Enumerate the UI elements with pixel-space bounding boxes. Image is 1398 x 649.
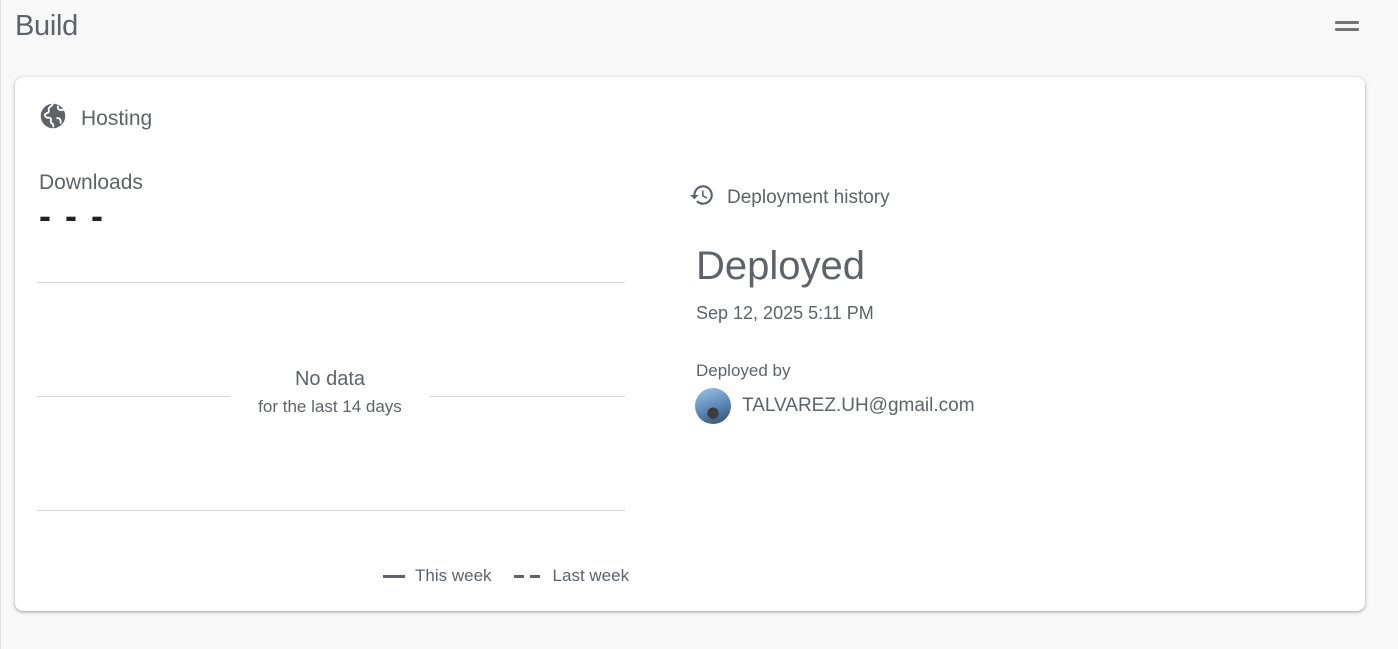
menu-icon[interactable] bbox=[1332, 18, 1362, 38]
downloads-value: - - - bbox=[39, 195, 105, 236]
deployment-history-label: Deployment history bbox=[727, 186, 890, 208]
legend-item-last-week: Last week bbox=[513, 566, 630, 586]
card-title: Hosting bbox=[81, 106, 153, 130]
solid-line-icon bbox=[383, 574, 405, 578]
deployer: TALVAREZ.UH@gmail.com bbox=[695, 388, 975, 424]
build-page: Build Hosting Downloads - - - No data fo… bbox=[0, 0, 1398, 649]
avatar bbox=[695, 388, 731, 424]
no-data-subtitle: for the last 14 days bbox=[258, 397, 402, 416]
globe-icon bbox=[39, 102, 67, 135]
deployment-history-link[interactable]: Deployment history bbox=[689, 182, 890, 213]
history-icon bbox=[689, 182, 715, 213]
deployer-email: TALVAREZ.UH@gmail.com bbox=[742, 395, 975, 416]
downloads-chart: No data for the last 14 days bbox=[37, 267, 625, 587]
hosting-card: Hosting Downloads - - - No data for the … bbox=[15, 77, 1365, 611]
section-title: Build bbox=[15, 10, 78, 42]
chart-gridline bbox=[37, 282, 625, 283]
legend-item-this-week: This week bbox=[383, 566, 492, 586]
card-header: Hosting bbox=[39, 102, 152, 135]
chart-legend: This week Last week bbox=[383, 566, 651, 586]
deploy-status: Deployed bbox=[696, 244, 866, 288]
legend-label: Last week bbox=[552, 566, 630, 585]
no-data-message: No data for the last 14 days bbox=[230, 368, 430, 417]
legend-label: This week bbox=[415, 566, 492, 585]
chart-gridline bbox=[37, 510, 625, 511]
deploy-timestamp: Sep 12, 2025 5:11 PM bbox=[696, 303, 874, 323]
deployed-by-label: Deployed by bbox=[696, 361, 791, 380]
no-data-title: No data bbox=[294, 368, 366, 390]
downloads-label: Downloads bbox=[39, 171, 143, 194]
dashed-line-icon bbox=[513, 574, 546, 578]
